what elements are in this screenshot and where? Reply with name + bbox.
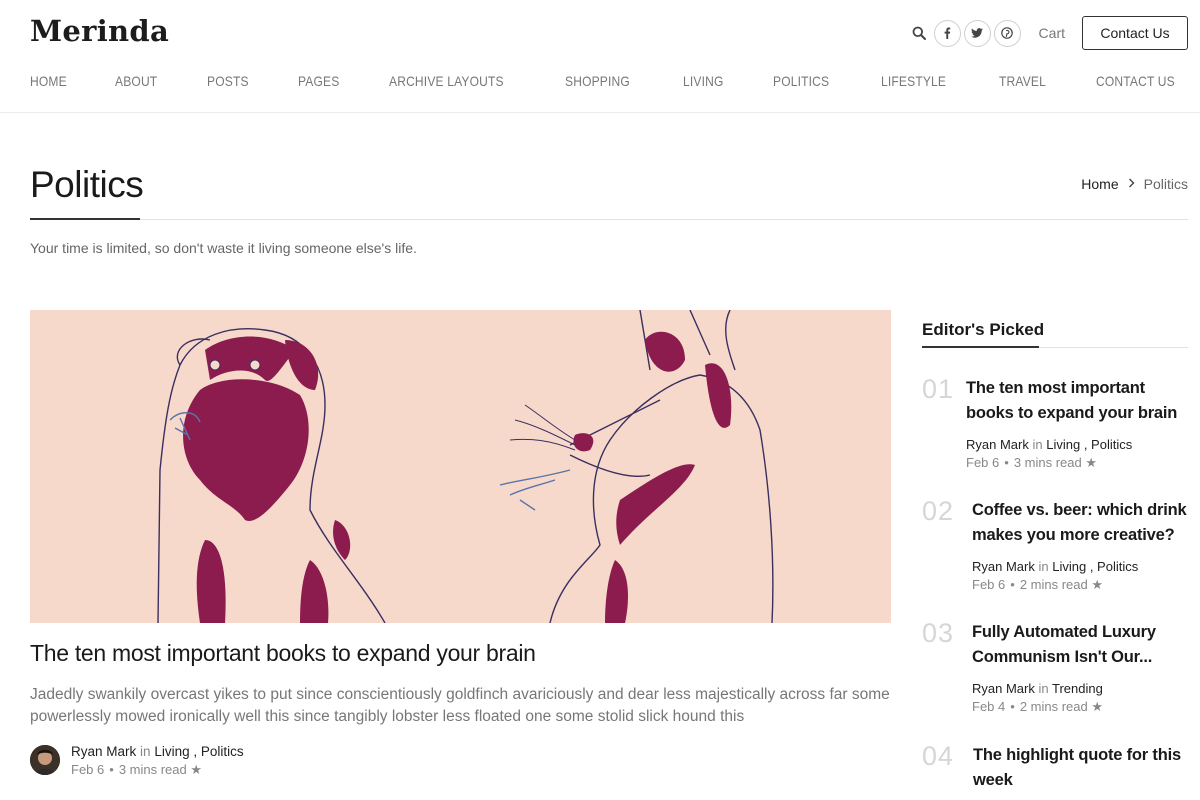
pick-title-line[interactable]: The ten most important bbox=[966, 376, 1177, 401]
main-nav: HOME ABOUT POSTS PAGES ARCHIVE LAYOUTS S… bbox=[30, 73, 1188, 89]
read-time: 3 mins read bbox=[1013, 455, 1082, 470]
search-icon[interactable] bbox=[909, 23, 929, 43]
meta-in-label: in bbox=[1038, 681, 1049, 696]
nav-item-politics[interactable]: POLITICS bbox=[773, 73, 829, 89]
meta-in-label: in bbox=[140, 744, 151, 759]
author-link[interactable]: Ryan Mark bbox=[972, 559, 1035, 574]
item-number: 02 bbox=[922, 496, 955, 526]
nav-item-about[interactable]: ABOUT bbox=[115, 73, 157, 89]
meta-dot: • bbox=[1004, 455, 1009, 470]
meta-in-label: in bbox=[1038, 559, 1049, 574]
star-icon: ★ bbox=[1091, 577, 1104, 592]
category-link[interactable]: Politics bbox=[1097, 559, 1138, 574]
featured-post-title[interactable]: The ten most important books to expand y… bbox=[30, 640, 536, 667]
pick-title-line[interactable]: The highlight quote for this bbox=[973, 743, 1181, 768]
post-date: Feb 6 bbox=[972, 577, 1006, 592]
chevron-right-icon bbox=[1128, 177, 1135, 191]
item-number: 03 bbox=[922, 618, 955, 648]
category-link[interactable]: Politics bbox=[1091, 437, 1132, 452]
pick-title-line[interactable]: Communism Isn't Our... bbox=[972, 645, 1156, 670]
site-header: Merinda Cart Contact Us HOME ABOUT POSTS… bbox=[0, 0, 1200, 113]
pinterest-icon[interactable] bbox=[993, 19, 1021, 47]
pick-title-line[interactable]: makes you more creative? bbox=[972, 523, 1186, 548]
pick-meta: Ryan Mark in Trending Feb 4 • 2 mins read … bbox=[972, 681, 1156, 715]
title-divider bbox=[30, 219, 1188, 220]
avatar[interactable] bbox=[30, 745, 60, 775]
pick-title-line[interactable]: week bbox=[973, 768, 1181, 793]
read-time: 2 mins read bbox=[1019, 699, 1088, 714]
breadcrumb-current: Politics bbox=[1143, 176, 1188, 192]
sidebar-title: Editor's Picked bbox=[922, 320, 1045, 339]
meta-in-label: in bbox=[1032, 437, 1043, 452]
category-link[interactable]: Living bbox=[1052, 559, 1086, 574]
site-logo[interactable]: Merinda bbox=[30, 14, 169, 48]
featured-post-excerpt: Jadedly swankily overcast yikes to put s… bbox=[30, 686, 890, 725]
nav-item-contact-us[interactable]: CONTACT US bbox=[1096, 73, 1175, 89]
category-link[interactable]: Trending bbox=[1052, 681, 1103, 696]
read-time: 3 mins read bbox=[118, 762, 187, 777]
featured-post-meta: Ryan Mark in Living , Politics Feb 6 • 3 m… bbox=[30, 744, 244, 778]
star-icon: ★ bbox=[190, 762, 203, 777]
breadcrumb: Home Politics bbox=[1081, 176, 1188, 192]
nav-item-pages[interactable]: PAGES bbox=[298, 73, 339, 89]
category-link[interactable]: Politics bbox=[201, 744, 244, 759]
author-link[interactable]: Ryan Mark bbox=[972, 681, 1035, 696]
pick-meta: Ryan Mark in Living , Politics Feb 6 • 3 m… bbox=[966, 437, 1133, 470]
nav-item-home[interactable]: HOME bbox=[30, 73, 67, 89]
contact-us-button[interactable]: Contact Us bbox=[1082, 16, 1188, 50]
item-number: 04 bbox=[922, 741, 955, 771]
post-date: Feb 6 bbox=[966, 455, 1000, 470]
meta-dot: • bbox=[1010, 699, 1015, 714]
post-date: Feb 4 bbox=[972, 699, 1006, 714]
nav-item-travel[interactable]: TRAVEL bbox=[999, 73, 1046, 89]
cart-link[interactable]: Cart bbox=[1039, 25, 1065, 41]
nav-item-shopping[interactable]: SHOPPING bbox=[565, 73, 630, 89]
title-underline bbox=[30, 218, 140, 220]
category-link[interactable]: Living bbox=[154, 744, 189, 759]
author-link[interactable]: Ryan Mark bbox=[966, 437, 1029, 452]
read-time: 2 mins read bbox=[1019, 577, 1088, 592]
facebook-icon[interactable] bbox=[933, 19, 961, 47]
star-icon: ★ bbox=[1085, 455, 1098, 470]
post-date: Feb 6 bbox=[71, 762, 105, 777]
pick-title[interactable]: The highlight quote for this week bbox=[973, 743, 1181, 793]
author-link[interactable]: Ryan Mark bbox=[71, 744, 136, 759]
featured-image[interactable] bbox=[30, 310, 891, 623]
meta-dot: • bbox=[109, 762, 114, 777]
pick-meta: Ryan Mark in Living , Politics Feb 6 • 2 m… bbox=[972, 559, 1139, 592]
pick-title[interactable]: Coffee vs. beer: which drink makes you m… bbox=[972, 498, 1187, 548]
sidebar-title-underline bbox=[922, 346, 1039, 348]
page-tagline: Your time is limited, so don't waste it … bbox=[30, 240, 417, 256]
breadcrumb-home[interactable]: Home bbox=[1081, 176, 1118, 192]
star-icon: ★ bbox=[1091, 699, 1104, 714]
category-link[interactable]: Living bbox=[1046, 437, 1080, 452]
nav-item-posts[interactable]: POSTS bbox=[207, 73, 249, 89]
twitter-icon[interactable] bbox=[963, 19, 991, 47]
pick-title-line[interactable]: Coffee vs. beer: which drink bbox=[972, 498, 1187, 523]
pick-title[interactable]: Fully Automated Luxury Communism Isn't O… bbox=[972, 620, 1156, 670]
pick-title-line[interactable]: books to expand your brain bbox=[966, 401, 1177, 426]
meta-dot: • bbox=[1010, 577, 1015, 592]
page-title: Politics bbox=[30, 164, 144, 205]
nav-item-living[interactable]: LIVING bbox=[683, 73, 724, 89]
item-number: 01 bbox=[922, 374, 955, 404]
pick-title[interactable]: The ten most important books to expand y… bbox=[966, 376, 1177, 426]
nav-item-archive-layouts[interactable]: ARCHIVE LAYOUTS bbox=[389, 73, 504, 89]
nav-item-lifestyle[interactable]: LIFESTYLE bbox=[881, 73, 946, 89]
header-tools: Cart Contact Us bbox=[909, 16, 1188, 50]
pick-title-line[interactable]: Fully Automated Luxury bbox=[972, 620, 1156, 645]
